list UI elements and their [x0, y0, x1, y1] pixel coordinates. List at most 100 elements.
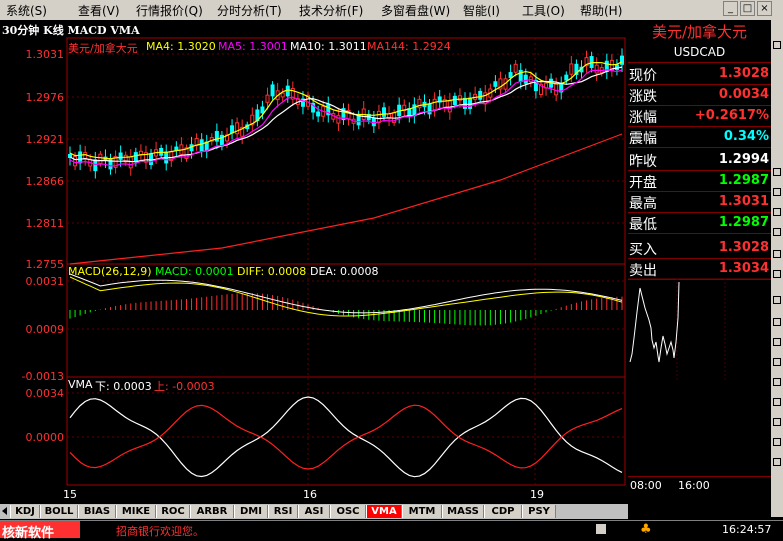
y-label: 1.3031 — [25, 48, 65, 61]
candle-body — [149, 153, 154, 165]
quote-code: USDCAD — [628, 44, 771, 63]
quote-row: 卖出 1.3034 — [628, 258, 771, 280]
intraday-line — [629, 281, 680, 363]
scroll-marker[interactable] — [773, 208, 781, 216]
candle-body — [620, 55, 624, 65]
macd-y-label: 0.0031 — [25, 275, 65, 288]
macd-histogram — [69, 293, 623, 326]
status-bar: 核新软件 招商银行欢迎您。 ♣ 16:24:57 — [0, 520, 783, 541]
menu-view[interactable]: 查看(V) — [78, 2, 120, 19]
scroll-marker[interactable] — [773, 168, 781, 176]
tab-kdj[interactable]: KDJ — [10, 505, 40, 518]
menu-bar: 系统(S) 查看(V) 行情报价(Q) 分时分析(T) 技术分析(F) 多窗看盘… — [0, 0, 783, 20]
quote-row: 开盘 1.2987 — [628, 170, 771, 192]
candle-body — [138, 150, 143, 156]
quote-name: 美元/加拿大元 — [651, 23, 748, 41]
menu-smart[interactable]: 智能(I) — [463, 2, 500, 19]
minimize-button[interactable]: _ — [723, 1, 738, 16]
indicator-tabs: KDJ BOLL BIAS MIKE ROC ARBR DMI RSI ASI OSC VMA MTM… — [0, 504, 628, 519]
tab-mike[interactable]: MIKE — [116, 505, 156, 518]
candle-body — [98, 153, 103, 164]
candle-body — [93, 159, 98, 172]
quote-value: 0.34% — [723, 129, 769, 144]
candle-body — [336, 115, 341, 124]
menu-system[interactable]: 系统(S) — [6, 2, 47, 19]
macd-dea-line — [69, 276, 623, 317]
menu-tools[interactable]: 工具(O) — [522, 2, 565, 19]
scroll-marker[interactable] — [773, 398, 781, 406]
quote-label: 昨收 — [629, 154, 657, 170]
candle-body — [118, 152, 123, 160]
menu-multiwindow[interactable]: 多窗看盘(W) — [381, 2, 450, 19]
tab-asi[interactable]: ASI — [298, 505, 330, 518]
scroll-marker[interactable] — [773, 458, 781, 466]
close-button[interactable]: × — [757, 1, 772, 16]
tab-vma[interactable]: VMA — [366, 505, 402, 518]
x-label: 16 — [303, 488, 317, 501]
candle-body — [381, 107, 386, 117]
scroll-marker[interactable] — [773, 418, 781, 426]
scroll-marker[interactable] — [773, 296, 781, 304]
scroll-marker[interactable] — [773, 338, 781, 346]
candle-body — [78, 151, 83, 164]
scroll-marker[interactable] — [773, 188, 781, 196]
ma4-line — [69, 61, 623, 160]
y-label: 1.2811 — [25, 217, 65, 230]
quote-row: 涨跌 0.0034 — [628, 84, 771, 106]
quote-label: 开盘 — [629, 175, 657, 191]
menu-intraday[interactable]: 分时分析(T) — [217, 2, 282, 19]
quote-label: 卖出 — [629, 263, 657, 279]
tab-osc[interactable]: OSC — [330, 505, 366, 518]
ma10-line — [69, 66, 623, 163]
tab-mtm[interactable]: MTM — [402, 505, 442, 518]
candle-body — [493, 81, 498, 87]
vertical-scrollbar[interactable] — [771, 20, 783, 517]
scroll-marker[interactable] — [773, 438, 781, 446]
candlesticks — [68, 48, 624, 179]
brand-label: 核新软件 — [2, 526, 55, 541]
tab-bias[interactable]: BIAS — [78, 505, 116, 518]
tab-scroll-left-icon[interactable] — [2, 507, 7, 515]
clock: 16:24:57 — [722, 523, 772, 536]
candle-body — [468, 97, 473, 109]
status-toggle-icon[interactable] — [596, 524, 606, 534]
symbol-label: 美元/加拿大元 — [68, 42, 138, 55]
tab-rsi[interactable]: RSI — [268, 505, 298, 518]
quote-row: 昨收 1.2994 — [628, 149, 771, 171]
scroll-marker[interactable] — [773, 250, 781, 258]
candle-body — [554, 83, 559, 96]
quote-label: 现价 — [629, 68, 657, 84]
menu-technical[interactable]: 技术分析(F) — [299, 2, 363, 19]
tab-psy[interactable]: PSY — [522, 505, 556, 518]
macd-diff-value: DIFF: 0.0008 — [237, 265, 307, 278]
alert-icon[interactable]: ♣ — [640, 522, 652, 537]
intraday-time-axis: 08:00 16:00 — [628, 476, 771, 492]
menu-help[interactable]: 帮助(H) — [580, 2, 622, 19]
x-label: 15 — [63, 488, 77, 501]
candle-body — [589, 56, 594, 69]
quote-row: 最低 1.2987 — [628, 212, 771, 234]
candle-body — [523, 74, 528, 84]
candle-body — [316, 111, 321, 117]
tab-dmi[interactable]: DMI — [234, 505, 268, 518]
ma5-line — [69, 69, 623, 167]
quote-label: 买入 — [629, 242, 657, 258]
tab-cdp[interactable]: CDP — [484, 505, 522, 518]
scroll-marker[interactable] — [773, 270, 781, 278]
macd-diff-line — [69, 273, 623, 314]
menu-quotes[interactable]: 行情报价(Q) — [136, 2, 203, 19]
tab-boll[interactable]: BOLL — [40, 505, 78, 518]
tab-mass[interactable]: MASS — [442, 505, 484, 518]
scroll-marker[interactable] — [773, 318, 781, 326]
tab-arbr[interactable]: ARBR — [190, 505, 234, 518]
chart-area[interactable] — [0, 20, 628, 504]
candle-body — [270, 84, 275, 97]
scroll-marker[interactable] — [773, 378, 781, 386]
tab-roc[interactable]: ROC — [156, 505, 190, 518]
scroll-marker[interactable] — [773, 41, 781, 49]
candle-body — [508, 72, 513, 78]
scroll-marker[interactable] — [773, 358, 781, 366]
scroll-marker[interactable] — [773, 228, 781, 236]
maximize-button[interactable]: □ — [740, 1, 755, 16]
ma144-legend: MA144: 1.2924 — [367, 40, 451, 53]
